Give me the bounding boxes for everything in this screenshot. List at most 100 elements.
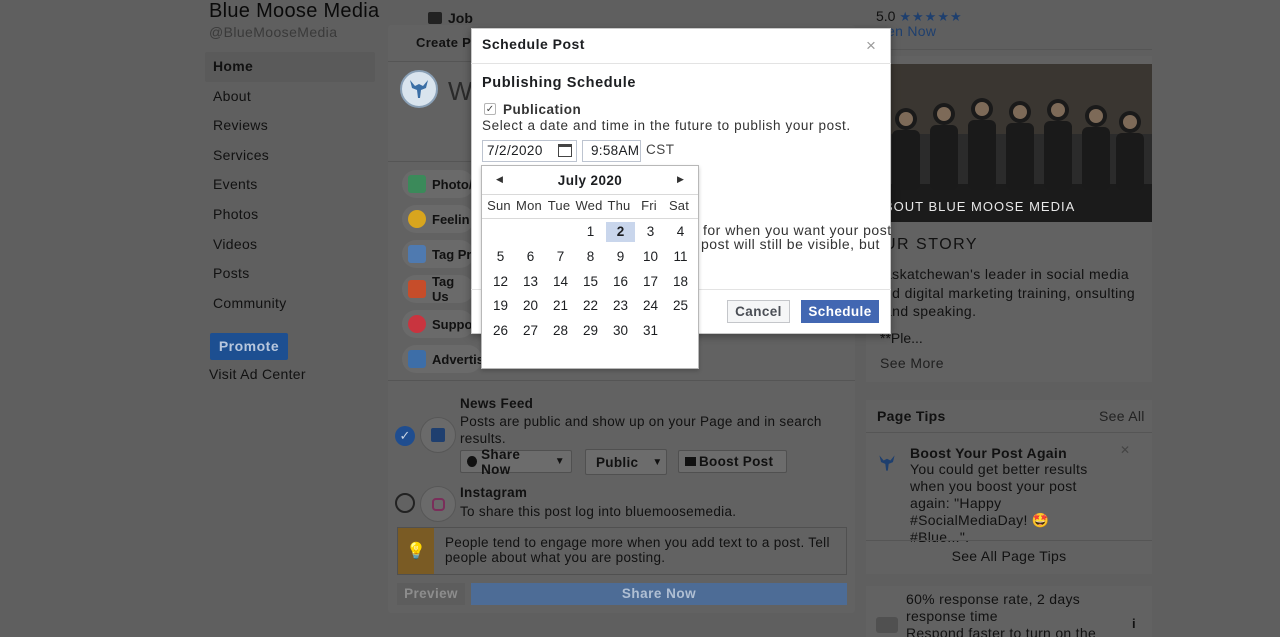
weekday-header: Tue [547, 198, 571, 213]
divider [866, 432, 1152, 433]
close-icon[interactable]: × [866, 36, 876, 56]
calendar-day[interactable]: 8 [576, 247, 605, 267]
calendar-day[interactable]: 27 [516, 321, 545, 341]
chevron-down-icon: ▼ [554, 456, 565, 467]
calendar-day[interactable]: 11 [666, 247, 695, 267]
calendar-day[interactable]: 1 [576, 222, 605, 242]
left-nav: Home About Reviews Services Events Photo… [205, 52, 375, 318]
chevron-left-icon[interactable]: ◀ [496, 174, 503, 185]
preview-button[interactable]: Preview [397, 583, 465, 605]
option-label: Advertis [432, 351, 485, 367]
info-icon[interactable]: i [1132, 616, 1136, 631]
dialog-title: Schedule Post [482, 36, 585, 52]
calendar-day[interactable]: 25 [666, 296, 695, 316]
calendar-day[interactable]: 14 [546, 272, 575, 292]
promote-button[interactable]: Promote [210, 333, 288, 360]
nav-item-about[interactable]: About [205, 82, 375, 112]
calendar-day[interactable]: 3 [636, 222, 665, 242]
option-support[interactable]: Suppo [402, 310, 474, 338]
calendar-day[interactable]: 2 [606, 222, 635, 242]
job-option[interactable]: Job [428, 10, 473, 26]
boost-post-button[interactable]: Boost Post [678, 450, 787, 473]
calendar-day[interactable]: 9 [606, 247, 635, 267]
tag-users-icon [408, 280, 426, 298]
listen-now-link[interactable]: en Now [887, 23, 936, 39]
calendar-day[interactable]: 21 [546, 296, 575, 316]
calendar-day[interactable]: 13 [516, 272, 545, 292]
calendar-day[interactable]: 4 [666, 222, 695, 242]
option-label: Feelin [432, 211, 470, 227]
calendar-day[interactable]: 31 [636, 321, 665, 341]
calendar-day[interactable]: 17 [636, 272, 665, 292]
calendar-day[interactable]: 15 [576, 272, 605, 292]
cancel-button[interactable]: Cancel [727, 300, 790, 323]
divider [866, 49, 1152, 50]
advertise-icon [408, 350, 426, 368]
see-more-link[interactable]: See More [880, 355, 944, 371]
rating-value: 5.0 [876, 8, 896, 24]
page-name[interactable]: Blue Moose Media [209, 0, 379, 23]
calendar-day[interactable]: 23 [606, 296, 635, 316]
nav-item-home[interactable]: Home [205, 52, 375, 82]
close-icon[interactable]: ✕ [1120, 443, 1130, 457]
share-timing-select[interactable]: Share Now ▼ [460, 447, 572, 477]
weekday-header: Mon [516, 198, 542, 213]
response-rate-text: 60% response rate, 2 days response time … [906, 591, 1116, 637]
calendar-day[interactable]: 20 [516, 296, 545, 316]
calendar-day[interactable]: 10 [636, 247, 665, 267]
chevron-down-icon: ▼ [652, 456, 663, 468]
calendar-day[interactable]: 12 [486, 272, 515, 292]
option-advertise[interactable]: Advertis [402, 345, 485, 373]
option-label: Tag Us [432, 274, 455, 304]
response-rate: 60% response rate, 2 days response time [906, 591, 1081, 624]
calendar-day[interactable]: 19 [486, 296, 515, 316]
option-label: Photo/ [432, 176, 473, 192]
schedule-button[interactable]: Schedule [801, 300, 879, 323]
nav-item-events[interactable]: Events [205, 170, 375, 200]
story-text: askatchewan's leader in social media nd … [884, 266, 1136, 319]
see-all-page-tips-link[interactable]: See All Page Tips [866, 548, 1152, 564]
nav-item-community[interactable]: Community [205, 289, 375, 319]
option-tag-users[interactable]: Tag Us [402, 274, 474, 304]
news-feed-title: News Feed [460, 396, 534, 411]
our-story-title: UR STORY [884, 236, 979, 253]
instagram-check[interactable] [395, 493, 415, 513]
calendar-day[interactable]: 26 [486, 321, 515, 341]
calendar-day[interactable]: 30 [606, 321, 635, 341]
about-caption: BOUT BLUE MOOSE MEDIA [884, 199, 1076, 214]
nav-item-photos[interactable]: Photos [205, 200, 375, 230]
publication-checkbox[interactable]: ✓ [484, 103, 496, 115]
audience-select[interactable]: Public ▼ [585, 449, 667, 475]
page-tips-see-all-link[interactable]: See All [1099, 408, 1145, 424]
news-feed-description: Posts are public and show up on your Pag… [460, 414, 822, 446]
option-photo[interactable]: Photo/ [402, 170, 474, 198]
ad-center-link[interactable]: Visit Ad Center [209, 366, 306, 382]
option-tag-products[interactable]: Tag Pr [402, 240, 474, 268]
tip-title[interactable]: Boost Your Post Again [910, 445, 1067, 461]
news-feed-check[interactable]: ✓ [395, 426, 415, 446]
calendar-day[interactable]: 5 [486, 247, 515, 267]
page-tips-title: Page Tips [877, 408, 946, 424]
calendar-icon[interactable] [558, 144, 572, 157]
chevron-right-icon[interactable]: ▶ [677, 174, 684, 185]
calendar-day[interactable]: 22 [576, 296, 605, 316]
option-label: Tag Pr [432, 246, 472, 262]
time-field[interactable]: 9:58AM [582, 140, 641, 162]
nav-item-posts[interactable]: Posts [205, 259, 375, 289]
calendar-day[interactable]: 16 [606, 272, 635, 292]
calendar-day[interactable]: 24 [636, 296, 665, 316]
moose-logo-icon [876, 452, 898, 474]
nav-item-videos[interactable]: Videos [205, 230, 375, 260]
star-rating-icon: ★★★★★ [899, 9, 963, 24]
job-label: Job [448, 10, 473, 26]
nav-item-services[interactable]: Services [205, 141, 375, 171]
option-feeling[interactable]: Feelin [402, 205, 474, 233]
calendar-day[interactable]: 28 [546, 321, 575, 341]
calendar-day[interactable]: 18 [666, 272, 695, 292]
calendar-day[interactable]: 6 [516, 247, 545, 267]
calendar-day[interactable]: 29 [576, 321, 605, 341]
calendar-day[interactable]: 7 [546, 247, 575, 267]
tab-create-post[interactable]: Create P [416, 35, 471, 50]
share-now-button[interactable]: Share Now [471, 583, 847, 605]
nav-item-reviews[interactable]: Reviews [205, 111, 375, 141]
